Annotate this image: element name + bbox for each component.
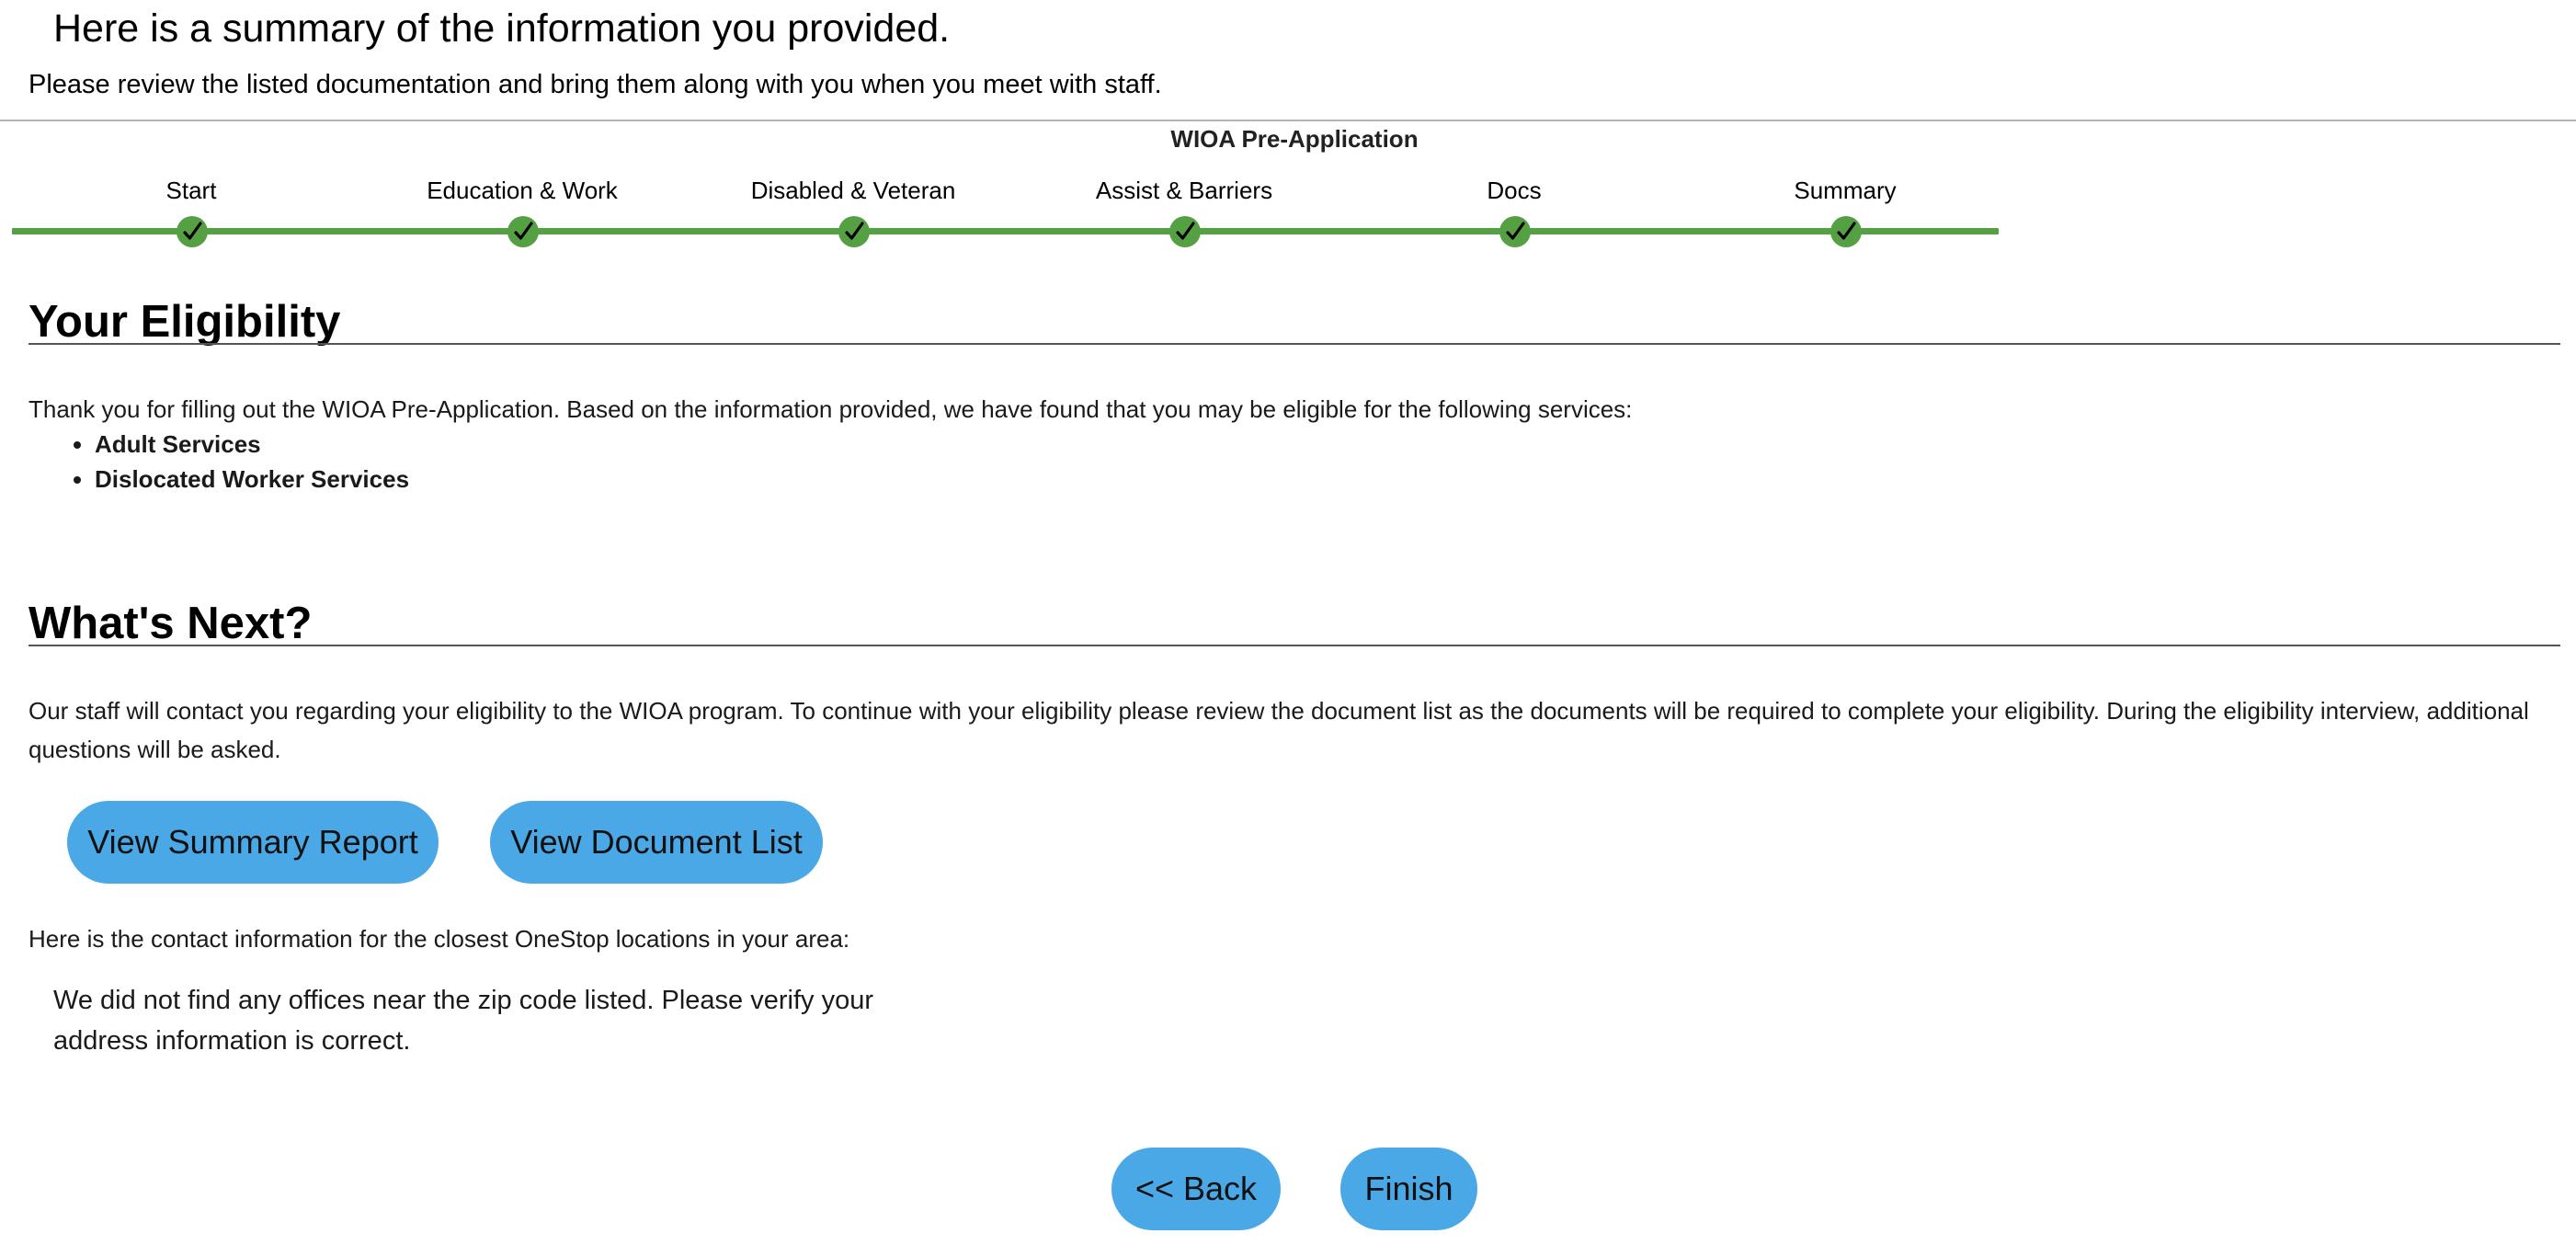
whats-next-heading: What's Next? (28, 599, 313, 648)
step-start: Start (53, 166, 329, 248)
view-document-list-button[interactable]: View Document List (490, 801, 823, 884)
application-title: WIOA Pre-Application (1170, 125, 1419, 153)
no-offices-message: We did not find any offices near the zip… (53, 986, 873, 1056)
progress-stepper: Start Education & Work Disabled & Vetera… (12, 166, 1999, 248)
step-assist-barriers: Assist & Barriers (1046, 166, 1322, 248)
step-summary: Summary (1707, 166, 1983, 248)
finish-button[interactable]: Finish (1340, 1148, 1477, 1230)
step-disabled-veteran: Disabled & Veteran (715, 166, 991, 248)
checkmark-icon (1169, 216, 1201, 247)
checkmark-icon (1499, 216, 1531, 247)
view-summary-report-button[interactable]: View Summary Report (67, 801, 439, 884)
whats-next-text: Our staff will contact you regarding you… (28, 697, 2529, 763)
eligibility-heading: Your Eligibility (28, 297, 341, 347)
step-label: Start (165, 177, 217, 204)
checkmark-icon (1830, 216, 1862, 247)
page-title: Here is a summary of the information you… (53, 6, 951, 51)
step-label: Summary (1794, 177, 1897, 204)
checkmark-icon (507, 216, 539, 247)
eligibility-intro: Thank you for filling out the WIOA Pre-A… (28, 395, 1633, 423)
checkmark-icon (177, 216, 208, 247)
service-item: Dislocated Worker Services (95, 462, 409, 497)
eligible-services-list: Adult Services Dislocated Worker Service… (28, 427, 409, 497)
back-button[interactable]: << Back (1111, 1148, 1281, 1230)
step-label: Education & Work (427, 177, 618, 204)
header-divider (0, 120, 2576, 121)
step-docs: Docs (1376, 166, 1652, 248)
step-label: Assist & Barriers (1095, 177, 1273, 204)
step-label: Disabled & Veteran (750, 177, 956, 204)
whats-next-divider (28, 645, 2560, 646)
page-subtitle: Please review the listed documentation a… (28, 70, 1162, 99)
step-label: Docs (1487, 177, 1542, 204)
step-education-work: Education & Work (384, 166, 660, 248)
contact-intro: Here is the contact information for the … (28, 925, 850, 953)
checkmark-icon (838, 216, 870, 247)
eligibility-divider (28, 343, 2560, 345)
service-item: Adult Services (95, 427, 409, 462)
